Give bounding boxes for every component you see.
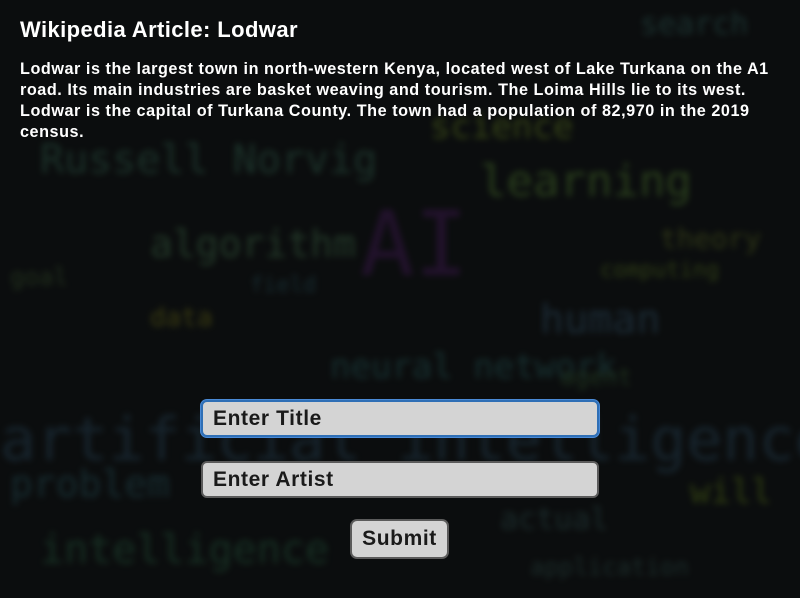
- artist-input[interactable]: [201, 461, 599, 498]
- article-summary: Lodwar is the largest town in north-west…: [20, 60, 769, 141]
- article-heading: Wikipedia Article: Lodwar: [20, 17, 298, 42]
- title-input[interactable]: [201, 400, 599, 437]
- app-canvas: Russell Norvig learning science AI algorithm…: [0, 0, 800, 598]
- submit-button[interactable]: Submit: [350, 519, 449, 559]
